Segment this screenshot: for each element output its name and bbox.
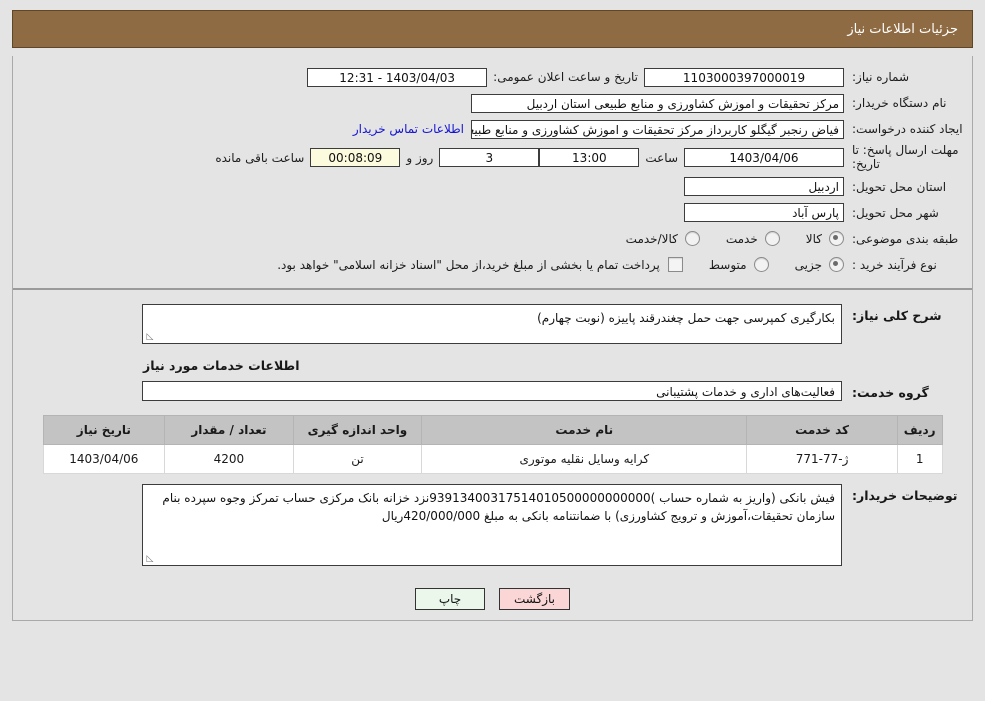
category-option-kala[interactable]: کالا (805, 231, 844, 247)
row-city: شهر محل تحویل: پارس آباد (13, 200, 972, 226)
remaining-days-value: 3 (439, 148, 540, 168)
treasury-checkbox-item[interactable]: پرداخت تمام یا بخشی از مبلغ خرید،از محل … (277, 257, 683, 273)
creator-value: فیاض رنجبر گیگلو کاربرداز مرکز تحقیقات و… (471, 119, 844, 139)
need-number-value: 1103000397000019 (644, 67, 844, 87)
deadline-date-value: 1403/04/06 (684, 148, 844, 168)
radio-icon-kala[interactable] (829, 231, 844, 247)
table-header-row: ردیف کد خدمت نام خدمت واحد اندازه گیری ت… (42, 414, 943, 445)
row-buyer-org: نام دستگاه خریدار: مرکز تحقیقات و اموزش … (13, 90, 972, 116)
items-table-wrap: ردیف کد خدمت نام خدمت واحد اندازه گیری ت… (13, 405, 972, 480)
process-option-motevaset-label: متوسط (708, 257, 747, 272)
summary-label: شرح کلی نیاز: (852, 307, 942, 323)
countdown-value: 00:08:09 (310, 148, 401, 168)
process-radio-group: جزیی متوسط پرداخت تمام یا بخشی از مبلغ خ… (251, 257, 844, 273)
buyer-notes-label: توضیحات خریدار: (852, 487, 958, 503)
category-option-kala-label: کالا (805, 231, 822, 246)
table-row: 1 ژ-77-771 کرایه وسایل نقلیه موتوری تن 4… (42, 443, 943, 474)
resize-handle-icon[interactable]: ◺ (145, 332, 155, 342)
cell-unit: تن (292, 443, 423, 474)
row-creator: ایجاد کننده درخواست: فیاض رنجبر گیگلو کا… (13, 116, 972, 142)
row-need-number: شماره نیاز: 1103000397000019 تاریخ و ساع… (13, 64, 972, 90)
countdown-text: ساعت باقی مانده (215, 150, 305, 165)
th-need-date: تاریخ نیاز (42, 414, 166, 445)
back-button[interactable]: بازگشت (499, 587, 570, 610)
need-details-section: شرح کلی نیاز: بکارگیری کمپرسی جهت حمل چغ… (13, 290, 972, 574)
buyer-org-label: نام دستگاه خریدار: (852, 95, 947, 110)
cell-radif: 1 (896, 443, 943, 474)
row-process-type: نوع فرآیند خرید : جزیی متوسط پرداخت تمام… (13, 252, 972, 278)
announce-value: 1403/04/03 - 12:31 (307, 67, 488, 87)
th-service-code: کد خدمت (746, 414, 898, 445)
process-label: نوع فرآیند خرید : (852, 257, 937, 272)
announce-label: تاریخ و ساعت اعلان عمومی: (493, 70, 638, 84)
cell-quantity: 4200 (164, 443, 294, 474)
need-summary-section: شماره نیاز: 1103000397000019 تاریخ و ساع… (13, 56, 972, 290)
cell-service-code: ژ-77-771 (746, 443, 898, 474)
radio-icon-kala-khedmat[interactable] (684, 231, 700, 247)
items-table: ردیف کد خدمت نام خدمت واحد اندازه گیری ت… (42, 414, 943, 474)
page-title: جزئیات اطلاعات نیاز (847, 21, 958, 37)
process-option-jozi-label: جزیی (794, 257, 822, 272)
category-option-kala-khedmat[interactable]: کالا/خدمت (625, 231, 700, 247)
print-button[interactable]: چاپ (415, 587, 485, 610)
details-panel: شماره نیاز: 1103000397000019 تاریخ و ساع… (12, 56, 973, 621)
service-group-label: گروه خدمت: (852, 385, 929, 401)
process-option-jozi[interactable]: جزیی (794, 257, 844, 273)
category-option-khedmat-label: خدمت (725, 231, 758, 246)
row-province: استان محل تحویل: اردبیل (13, 174, 972, 200)
th-quantity: تعداد / مقدار (164, 414, 294, 445)
radio-icon-jozi[interactable] (829, 257, 844, 273)
row-deadline: مهلت ارسال پاسخ: تا تاریخ: 1403/04/06 سا… (13, 142, 972, 174)
cell-service-name: کرایه وسایل نقلیه موتوری (421, 443, 748, 474)
checkbox-icon-treasury[interactable] (667, 257, 683, 273)
th-service-name: نام خدمت (421, 414, 748, 445)
row-buyer-notes: توضیحات خریدار: فیش بانکی (واریز به شمار… (13, 480, 972, 570)
radio-icon-motevaset[interactable] (753, 257, 769, 273)
th-radif: ردیف (896, 414, 943, 445)
buyer-org-value: مرکز تحقیقات و اموزش کشاورزی و منابع طبی… (471, 93, 844, 113)
need-number-label: شماره نیاز: (852, 69, 909, 84)
deadline-time-value: 13:00 (539, 148, 640, 168)
radio-icon-khedmat[interactable] (764, 231, 780, 247)
services-section-title: اطلاعات خدمات مورد نیاز (143, 357, 300, 373)
category-radio-group: کالا خدمت کالا/خدمت (600, 231, 844, 247)
footer-actions: بازگشت چاپ (13, 574, 972, 620)
row-summary: شرح کلی نیاز: بکارگیری کمپرسی جهت حمل چغ… (13, 300, 972, 348)
buyer-contact-link[interactable]: اطلاعات تماس خریدار (346, 122, 471, 136)
city-value: پارس آباد (684, 203, 844, 223)
page-header: جزئیات اطلاعات نیاز (12, 10, 973, 48)
treasury-checkbox-label: پرداخت تمام یا بخشی از مبلغ خرید،از محل … (277, 257, 660, 272)
process-option-motevaset[interactable]: متوسط (708, 257, 769, 273)
row-category: طبقه بندی موضوعی: کالا خدمت کالا/خدمت (13, 226, 972, 252)
resize-handle-icon-notes[interactable]: ◺ (145, 554, 155, 564)
buyer-notes-textarea[interactable]: فیش بانکی (واریز به شماره حساب )93913400… (142, 483, 842, 566)
row-service-group: گروه خدمت: فعالیت‌های اداری و خدمات پشتی… (13, 377, 972, 405)
category-option-kala-khedmat-label: کالا/خدمت (625, 231, 678, 246)
creator-label: ایجاد کننده درخواست: (852, 121, 963, 136)
cell-need-date: 1403/04/06 (42, 443, 166, 474)
summary-textarea[interactable]: بکارگیری کمپرسی جهت حمل چغندرقند پاییزه … (142, 303, 842, 344)
province-label: استان محل تحویل: (852, 179, 947, 194)
deadline-label: مهلت ارسال پاسخ: تا تاریخ: (852, 143, 959, 171)
buyer-notes-value: فیش بانکی (واریز به شماره حساب )93913400… (162, 490, 835, 523)
service-group-value: فعالیت‌های اداری و خدمات پشتیبانی (142, 380, 842, 401)
province-value: اردبیل (684, 177, 844, 197)
remaining-days-text: روز و (406, 150, 434, 165)
deadline-time-label: ساعت (645, 150, 678, 165)
th-unit: واحد اندازه گیری (292, 414, 423, 445)
summary-value: بکارگیری کمپرسی جهت حمل چغندرقند پاییزه … (537, 310, 835, 325)
category-label: طبقه بندی موضوعی: (852, 231, 959, 246)
category-option-khedmat[interactable]: خدمت (725, 231, 780, 247)
city-label: شهر محل تحویل: (852, 205, 939, 220)
